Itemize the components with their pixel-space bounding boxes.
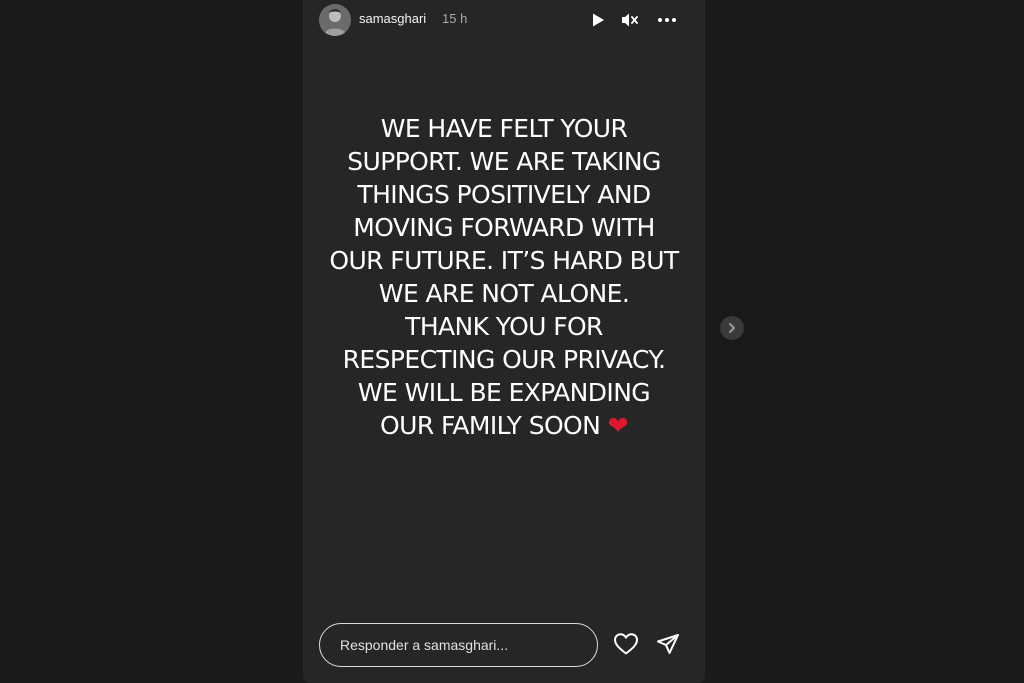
chevron-right-icon bbox=[729, 323, 735, 333]
reply-placeholder: Responder a samasghari... bbox=[340, 637, 509, 653]
send-icon bbox=[657, 634, 679, 654]
reply-input[interactable]: Responder a samasghari... bbox=[319, 623, 598, 667]
post-time: 15 h bbox=[442, 11, 468, 26]
story-header: samasghari 15 h bbox=[303, 0, 705, 40]
story-viewer: samasghari 15 h WE HAVE FELT YOUR SUPPOR… bbox=[0, 0, 1024, 683]
red-heart-emoji: ❤ bbox=[607, 411, 629, 440]
story-line: MOVING FORWARD WITH bbox=[353, 213, 655, 242]
story-line: WE HAVE FELT YOUR bbox=[380, 114, 628, 143]
story-line: OUR FUTURE. IT’S HARD BUT bbox=[329, 246, 679, 275]
play-icon bbox=[593, 13, 604, 27]
username[interactable]: samasghari bbox=[359, 11, 426, 26]
heart-icon bbox=[614, 633, 638, 655]
story-line: WE WILL BE EXPANDING bbox=[357, 378, 651, 407]
story-line-text: OUR FAMILY SOON bbox=[380, 411, 601, 440]
story-line: THINGS POSITIVELY AND bbox=[357, 180, 651, 209]
story-line: THANK YOU FOR bbox=[405, 312, 603, 341]
more-options-icon bbox=[658, 18, 676, 22]
avatar[interactable] bbox=[319, 4, 351, 36]
story-card[interactable]: samasghari 15 h WE HAVE FELT YOUR SUPPOR… bbox=[303, 0, 705, 683]
speaker-muted-icon bbox=[622, 13, 638, 27]
story-line: SUPPORT. WE ARE TAKING bbox=[347, 147, 661, 176]
next-story-button[interactable] bbox=[720, 316, 744, 340]
share-button[interactable] bbox=[654, 630, 682, 658]
more-options-button[interactable] bbox=[655, 8, 679, 32]
story-line: WE ARE NOT ALONE. bbox=[378, 279, 630, 308]
story-text: WE HAVE FELT YOUR SUPPORT. WE ARE TAKING… bbox=[303, 112, 705, 442]
story-line: RESPECTING OUR PRIVACY. bbox=[342, 345, 666, 374]
mute-button[interactable] bbox=[618, 8, 642, 32]
story-line-last: OUR FAMILY SOON ❤ bbox=[303, 409, 705, 442]
like-button[interactable] bbox=[612, 630, 640, 658]
play-button[interactable] bbox=[586, 8, 610, 32]
